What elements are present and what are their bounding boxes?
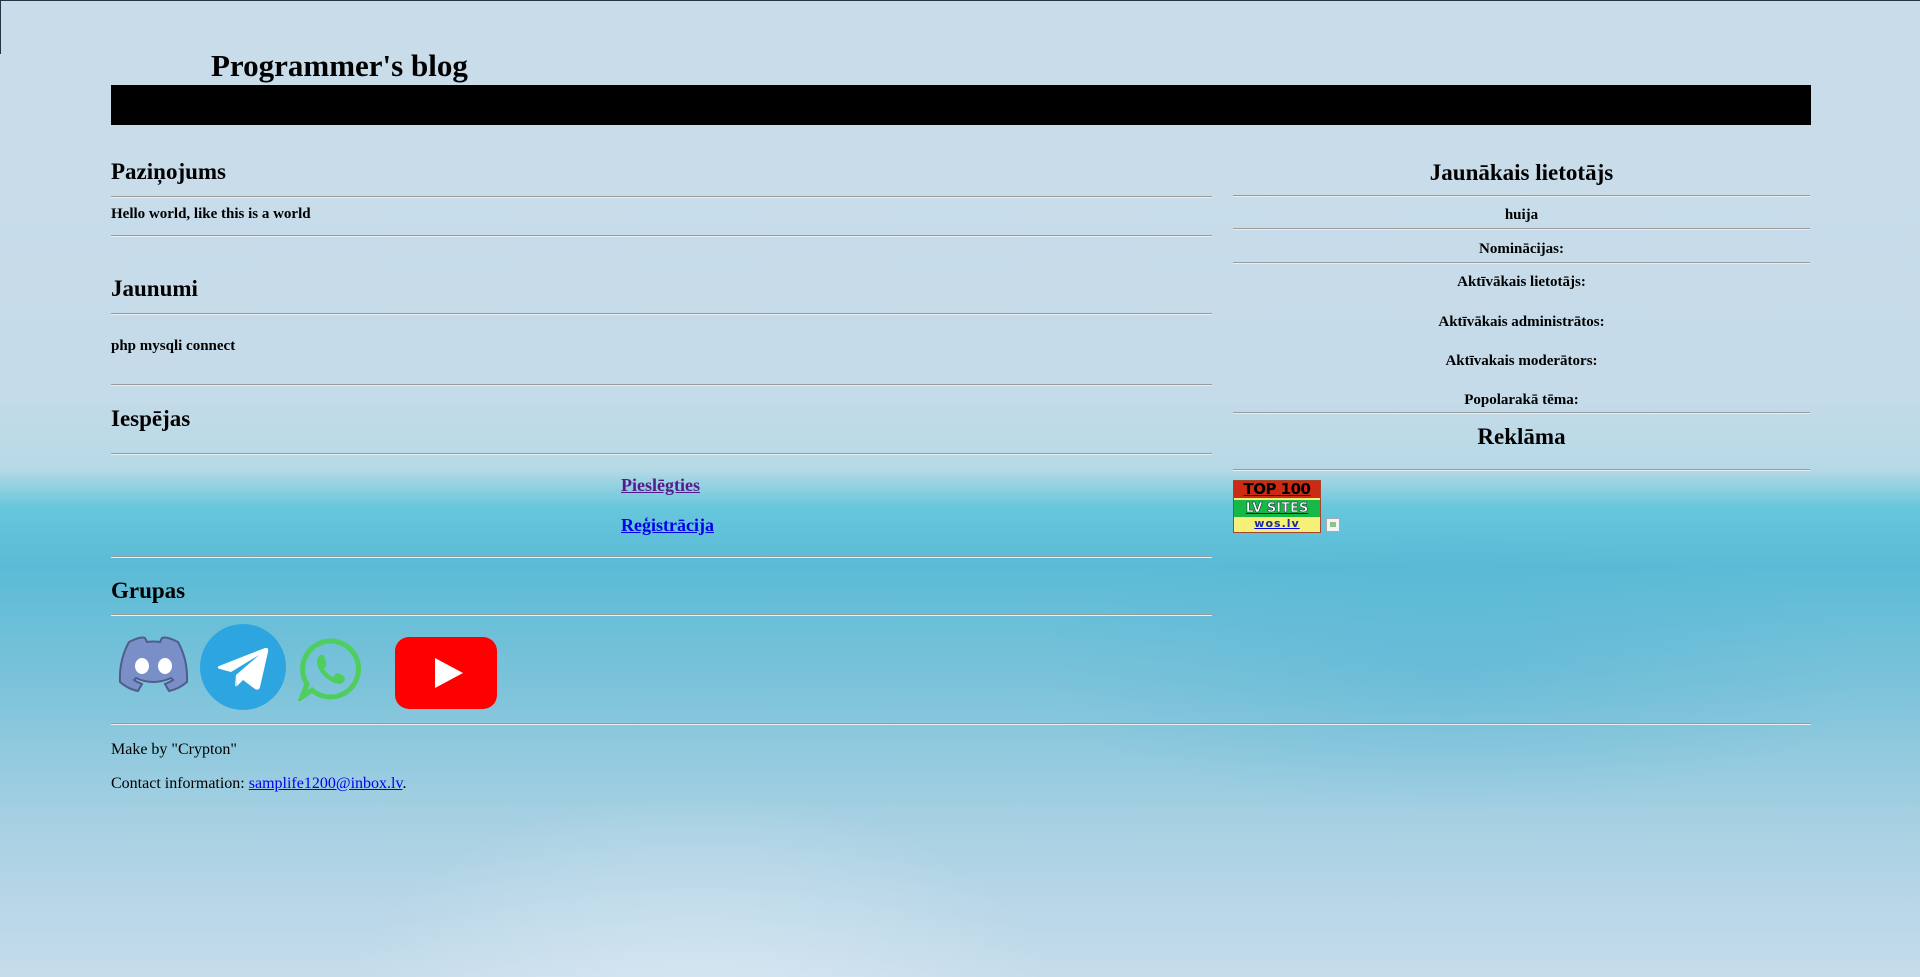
login-link[interactable]: Pieslēgties [621, 474, 700, 496]
top100-line1: TOP 100 [1234, 481, 1320, 498]
divider [111, 384, 1212, 386]
contact-prefix: Contact information: [111, 775, 249, 792]
newest-username[interactable]: huija [1233, 206, 1810, 224]
footer-divider [111, 723, 1811, 725]
divider [1233, 228, 1810, 230]
newest-user-heading: Jaunākais lietotājs [1429, 160, 1614, 185]
top100-line3: wos.lv [1254, 517, 1300, 530]
contact-email-link[interactable]: samplife1200@inbox.lv [249, 775, 403, 792]
divider [111, 313, 1212, 315]
divider [1233, 412, 1810, 414]
most-active-moderator-label: Aktīvakais moderātors: [1445, 353, 1598, 369]
news-heading: Jaunumi [111, 276, 198, 301]
most-active-admin-label: Aktīvākais administrātos: [1438, 314, 1605, 330]
most-popular-topic-label: Popolarakā tēma: [1464, 392, 1579, 408]
divider [1233, 469, 1810, 471]
news-item[interactable]: php mysqli connect [111, 337, 235, 355]
options-heading: Iespējas [111, 406, 191, 431]
divider [111, 556, 1212, 558]
footer-credit: Make by "Crypton" [111, 741, 237, 758]
telegram-icon[interactable] [199, 623, 287, 711]
divider [111, 614, 1212, 616]
whatsapp-icon[interactable] [296, 637, 362, 704]
window-edge [0, 0, 1920, 1]
divider [111, 235, 1212, 237]
contact-suffix: . [402, 775, 407, 792]
most-active-user-label: Aktīvākais lietotājs: [1457, 274, 1586, 290]
divider [1233, 195, 1810, 197]
nominations-label: Nominācijas: [1479, 241, 1564, 257]
divider [111, 196, 1212, 198]
window-edge [0, 0, 1, 54]
footer-contact: Contact information: samplife1200@inbox.… [111, 774, 406, 794]
ads-heading: Reklāma [1477, 424, 1566, 449]
top100-line2: LV SITES [1234, 500, 1320, 517]
youtube-icon[interactable] [395, 637, 497, 709]
site-title: Programmer's blog [211, 48, 468, 83]
register-link[interactable]: Reģistrācija [621, 514, 714, 536]
top100-banner[interactable]: TOP 100 LV SITES wos.lv [1233, 480, 1321, 533]
header-bar [111, 85, 1811, 125]
broken-image-icon[interactable] [1326, 518, 1340, 532]
discord-icon[interactable] [115, 632, 192, 694]
announcement-text: Hello world, like this is a world [111, 206, 311, 222]
announcement-heading: Paziņojums [111, 159, 226, 184]
groups-heading: Grupas [111, 578, 186, 603]
divider [1233, 262, 1810, 264]
divider [111, 453, 1212, 455]
